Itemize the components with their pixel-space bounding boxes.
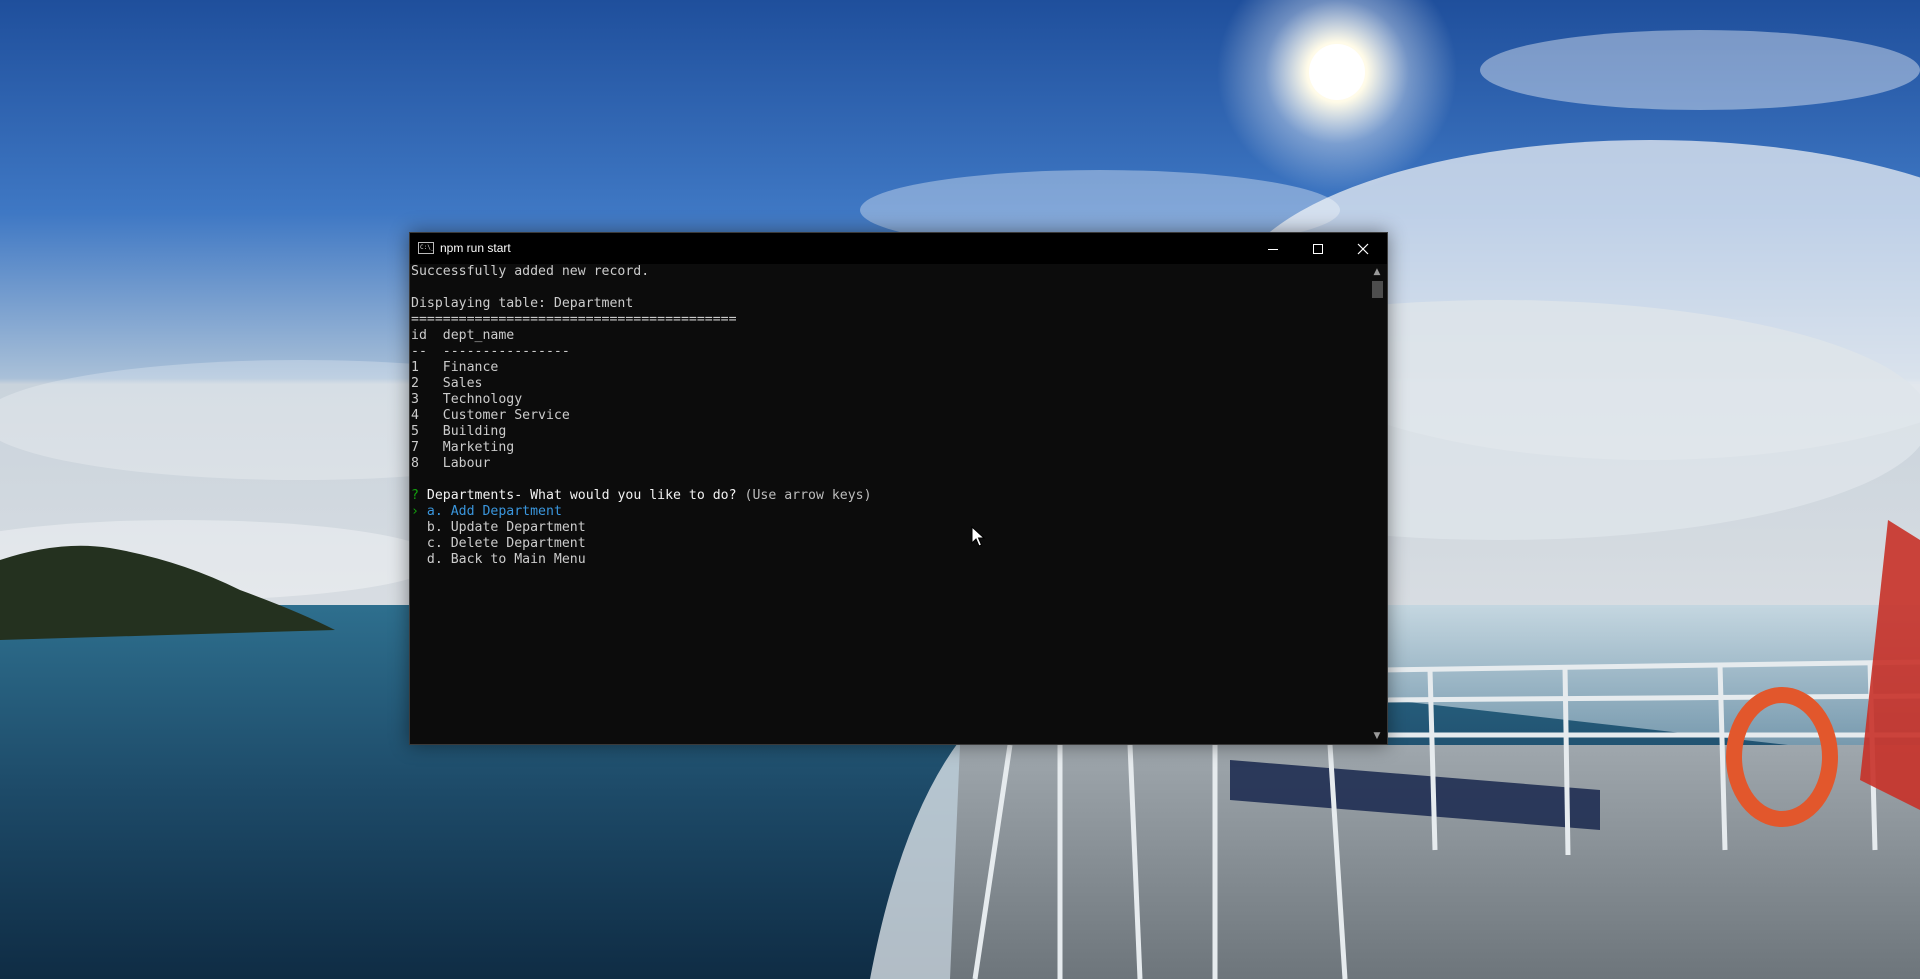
maximize-button[interactable] bbox=[1295, 233, 1341, 264]
table-header-rule: -- ---------------- bbox=[411, 344, 570, 359]
menu-option-back-to-main-menu[interactable]: d. Back to Main Menu bbox=[411, 552, 586, 568]
terminal-output[interactable]: Successfully added new record. Displayin… bbox=[410, 264, 1368, 744]
minimize-icon bbox=[1268, 248, 1278, 250]
window-title: npm run start bbox=[440, 241, 511, 255]
prompt-question-mark: ? bbox=[411, 488, 419, 503]
menu-option-label: d. Back to Main Menu bbox=[426, 552, 586, 567]
table-row: 7 Marketing bbox=[411, 440, 515, 455]
close-icon bbox=[1357, 243, 1369, 254]
scroll-up-arrow-icon[interactable]: ▲ bbox=[1372, 267, 1382, 277]
close-button[interactable] bbox=[1340, 233, 1386, 264]
minimize-button[interactable] bbox=[1250, 233, 1296, 264]
table-row: 2 Sales bbox=[411, 376, 483, 391]
table-separator: ========================================… bbox=[411, 312, 737, 327]
selection-pointer-icon: › bbox=[411, 504, 419, 519]
table-row: 4 Customer Service bbox=[411, 408, 570, 423]
prompt-line: ? Departments- What would you like to do… bbox=[411, 488, 872, 504]
vertical-scrollbar[interactable]: ▲ ▼ bbox=[1368, 264, 1386, 744]
menu-option-add-department[interactable]: › a. Add Department bbox=[411, 504, 562, 520]
scroll-down-arrow-icon[interactable]: ▼ bbox=[1372, 731, 1382, 741]
menu-option-update-department[interactable]: b. Update Department bbox=[411, 520, 586, 536]
table-row: 1 Finance bbox=[411, 360, 499, 375]
window-titlebar[interactable]: C:\_ npm run start bbox=[410, 233, 1387, 264]
mouse-pointer-icon bbox=[971, 526, 985, 547]
menu-option-label: a. Add Department bbox=[426, 504, 562, 519]
table-title: Displaying table: Department bbox=[411, 296, 634, 311]
table-row: 5 Building bbox=[411, 424, 507, 439]
table-header: id dept_name bbox=[411, 328, 515, 343]
success-message: Successfully added new record. bbox=[411, 264, 650, 279]
cmd-icon: C:\_ bbox=[418, 242, 434, 254]
menu-option-label: c. Delete Department bbox=[426, 536, 586, 551]
menu-option-delete-department[interactable]: c. Delete Department bbox=[411, 536, 586, 552]
table-row: 8 Labour bbox=[411, 456, 491, 471]
terminal-window: C:\_ npm run start Successfully added ne… bbox=[409, 232, 1388, 745]
maximize-icon bbox=[1313, 243, 1323, 254]
prompt-hint: (Use arrow keys) bbox=[744, 488, 872, 503]
table-row: 3 Technology bbox=[411, 392, 523, 407]
menu-option-label: b. Update Department bbox=[426, 520, 586, 535]
scrollbar-thumb[interactable] bbox=[1372, 281, 1383, 298]
prompt-text: Departments- What would you like to do? bbox=[426, 488, 737, 503]
